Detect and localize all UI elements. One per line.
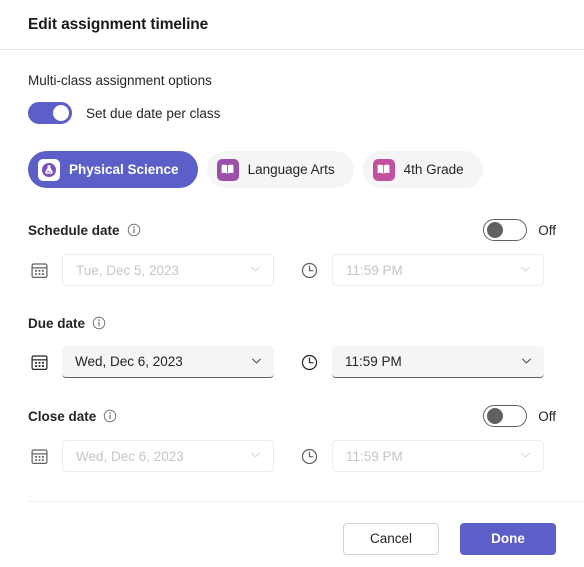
schedule-date-input[interactable]: Tue, Dec 5, 2023 bbox=[62, 254, 274, 286]
class-chip-label: Language Arts bbox=[247, 162, 335, 177]
page-title: Edit assignment timeline bbox=[28, 15, 209, 33]
chevron-down-icon bbox=[519, 448, 532, 464]
book-icon bbox=[216, 158, 239, 181]
class-chip-physical-science[interactable]: Physical Science bbox=[28, 151, 198, 188]
dialog-footer: Cancel Done bbox=[0, 510, 584, 567]
dialog-header: Edit assignment timeline bbox=[0, 0, 584, 50]
chevron-down-icon bbox=[249, 262, 262, 278]
close-date-row: Wed, Dec 6, 2023 11:59 PM bbox=[28, 440, 556, 472]
due-date-section: Due date Wed, Dec 6, 2023 11:59 PM bbox=[28, 313, 556, 378]
due-date-value: Wed, Dec 6, 2023 bbox=[75, 354, 183, 369]
due-date-header: Due date bbox=[28, 313, 556, 333]
close-date-header: Close date Off bbox=[28, 405, 556, 427]
toggle-knob bbox=[53, 105, 69, 121]
schedule-date-row: Tue, Dec 5, 2023 11:59 PM bbox=[28, 254, 556, 286]
chevron-down-icon bbox=[519, 262, 532, 278]
close-time-value: 11:59 PM bbox=[346, 448, 403, 464]
due-time-input[interactable]: 11:59 PM bbox=[332, 346, 544, 378]
chevron-down-icon[interactable] bbox=[250, 354, 263, 370]
book-icon bbox=[372, 158, 395, 181]
schedule-time-value: 11:59 PM bbox=[346, 262, 403, 278]
due-date-input[interactable]: Wed, Dec 6, 2023 bbox=[62, 346, 274, 378]
due-time-value: 11:59 PM bbox=[345, 354, 402, 369]
close-date-label: Close date bbox=[28, 408, 97, 424]
toggle-knob bbox=[487, 222, 504, 238]
close-date-toggle-state: Off bbox=[538, 408, 556, 424]
chevron-down-icon[interactable] bbox=[520, 354, 533, 370]
toggle-knob bbox=[487, 408, 504, 424]
info-icon[interactable] bbox=[103, 409, 117, 423]
clock-icon bbox=[298, 259, 320, 281]
close-date-section: Close date Off Wed, Dec 6, 2023 11:59 PM bbox=[28, 405, 556, 472]
class-chip-4th-grade[interactable]: 4th Grade bbox=[362, 151, 483, 188]
set-due-date-per-class-row: Set due date per class bbox=[28, 102, 556, 124]
calendar-icon bbox=[28, 445, 50, 467]
close-date-value: Wed, Dec 6, 2023 bbox=[76, 448, 184, 464]
class-chip-language-arts[interactable]: Language Arts bbox=[206, 151, 354, 188]
schedule-date-header: Schedule date Off bbox=[28, 219, 556, 241]
class-chip-label: 4th Grade bbox=[403, 162, 464, 177]
info-icon[interactable] bbox=[92, 316, 106, 330]
clock-icon bbox=[298, 445, 320, 467]
set-due-date-per-class-label: Set due date per class bbox=[86, 105, 221, 121]
chevron-down-icon bbox=[249, 448, 262, 464]
due-date-label: Due date bbox=[28, 315, 86, 331]
multiclass-section-label: Multi-class assignment options bbox=[28, 73, 212, 88]
due-date-row: Wed, Dec 6, 2023 11:59 PM bbox=[28, 346, 556, 378]
info-icon[interactable] bbox=[127, 223, 141, 237]
schedule-date-toggle[interactable] bbox=[483, 219, 528, 241]
flask-icon bbox=[38, 158, 60, 181]
schedule-time-input[interactable]: 11:59 PM bbox=[332, 254, 544, 286]
class-chip-label: Physical Science bbox=[69, 162, 179, 177]
dialog-body: Multi-class assignment options Set due d… bbox=[0, 73, 584, 472]
calendar-icon bbox=[28, 351, 50, 373]
close-date-toggle[interactable] bbox=[483, 405, 528, 427]
schedule-date-toggle-state: Off bbox=[538, 222, 556, 238]
footer-divider bbox=[28, 501, 584, 502]
clock-icon bbox=[298, 351, 320, 373]
schedule-date-label: Schedule date bbox=[28, 222, 120, 238]
schedule-date-section: Schedule date Off Tue, Dec 5, 2023 11:59… bbox=[28, 219, 556, 286]
class-chip-list: Physical Science Language Arts 4th Grade bbox=[28, 151, 556, 188]
schedule-date-value: Tue, Dec 5, 2023 bbox=[76, 262, 180, 278]
set-due-date-per-class-toggle[interactable] bbox=[28, 102, 72, 124]
close-time-input[interactable]: 11:59 PM bbox=[332, 440, 544, 472]
calendar-icon bbox=[28, 259, 50, 281]
cancel-button[interactable]: Cancel bbox=[343, 522, 439, 555]
close-date-input[interactable]: Wed, Dec 6, 2023 bbox=[62, 440, 274, 472]
done-button[interactable]: Done bbox=[460, 522, 556, 555]
